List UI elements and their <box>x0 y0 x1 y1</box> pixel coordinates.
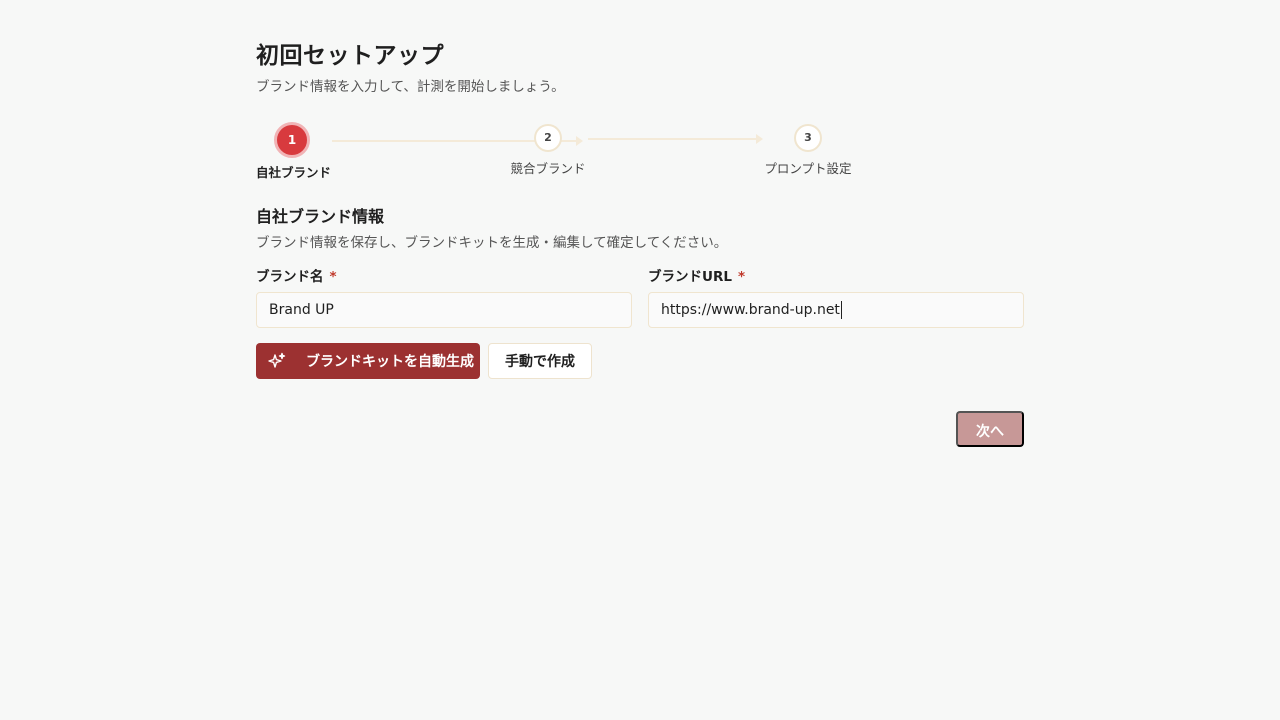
required-mark: * <box>329 269 337 285</box>
brand-info-section: 自社ブランド情報 ブランド情報を保存し、ブランドキットを生成・編集して確定してく… <box>256 206 1024 252</box>
auto-generate-brand-kit-button[interactable]: ブランドキットを自動生成 <box>256 343 480 379</box>
auto-generate-label: ブランドキットを自動生成 <box>306 353 474 369</box>
brand-name-label: ブランド名 * <box>256 269 337 285</box>
step-connector-2-3 <box>588 134 763 144</box>
section-title: 自社ブランド情報 <box>256 207 385 226</box>
manual-create-button[interactable]: 手動で作成 <box>488 343 592 379</box>
text-caret <box>840 301 842 319</box>
setup-stepper: 1 自社ブランド 2 競合ブランド 3 プロンプト設定 <box>256 122 876 182</box>
sparkles-icon <box>268 352 286 368</box>
brand-name-field: ブランド名 * <box>256 266 632 328</box>
page-subtitle: ブランド情報を入力して、計測を開始しましょう。 <box>256 79 565 95</box>
brand-url-value: https://www.brand-up.net <box>661 302 840 318</box>
step-3-label: プロンプト設定 <box>764 161 852 176</box>
section-description: ブランド情報を保存し、ブランドキットを生成・編集して確定してください。 <box>256 235 728 251</box>
page-title: 初回セットアップ <box>256 43 444 69</box>
step-1: 1 自社ブランド <box>256 122 332 181</box>
page-header: 初回セットアップ ブランド情報を入力して、計測を開始しましょう。 <box>256 40 1024 96</box>
step-2: 2 競合ブランド <box>510 124 586 177</box>
required-mark: * <box>737 269 746 285</box>
step-1-circle: 1 <box>274 122 310 158</box>
next-button[interactable]: 次へ <box>956 411 1024 447</box>
step-3-circle: 3 <box>794 124 822 152</box>
brand-url-field: ブランドURL * https://www.brand-up.net <box>648 266 1024 328</box>
brand-name-label-text: ブランド名 <box>256 269 324 285</box>
step-1-label: 自社ブランド <box>256 165 332 180</box>
step-3: 3 プロンプト設定 <box>764 124 852 177</box>
step-2-circle: 2 <box>534 124 562 152</box>
brand-url-label: ブランドURL * <box>648 269 745 285</box>
step-2-label: 競合ブランド <box>510 161 586 176</box>
brand-url-input[interactable]: https://www.brand-up.net <box>648 292 1024 328</box>
brand-name-input[interactable] <box>256 292 632 328</box>
brand-url-label-text: ブランドURL <box>648 269 732 285</box>
brand-form: ブランド名 * ブランドURL * https://www.brand-up.net <box>256 266 1024 330</box>
